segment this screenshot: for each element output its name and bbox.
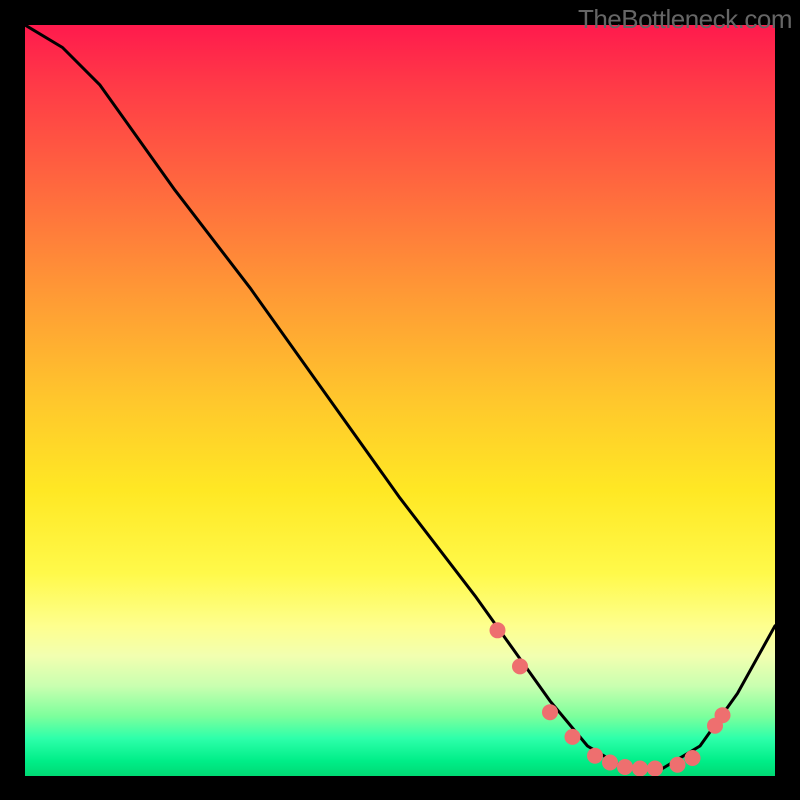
curve-dot: [602, 755, 618, 771]
bottleneck-curve: [25, 25, 775, 769]
curve-dot: [715, 707, 731, 723]
curve-dot: [512, 658, 528, 674]
curve-dot: [617, 759, 633, 775]
plot-area: [25, 25, 775, 776]
curve-dot: [542, 704, 558, 720]
curve-dot: [647, 761, 663, 777]
curve-dot: [707, 718, 723, 734]
watermark-text: TheBottleneck.com: [578, 4, 792, 35]
curve-dots-group: [490, 622, 731, 776]
curve-dot: [685, 750, 701, 766]
curve-dot: [632, 761, 648, 777]
curve-dot: [565, 729, 581, 745]
curve-dot: [670, 757, 686, 773]
curve-dot: [587, 748, 603, 764]
curve-dot: [490, 622, 506, 638]
chart-frame: TheBottleneck.com: [0, 0, 800, 800]
plot-overlay: [25, 25, 775, 776]
